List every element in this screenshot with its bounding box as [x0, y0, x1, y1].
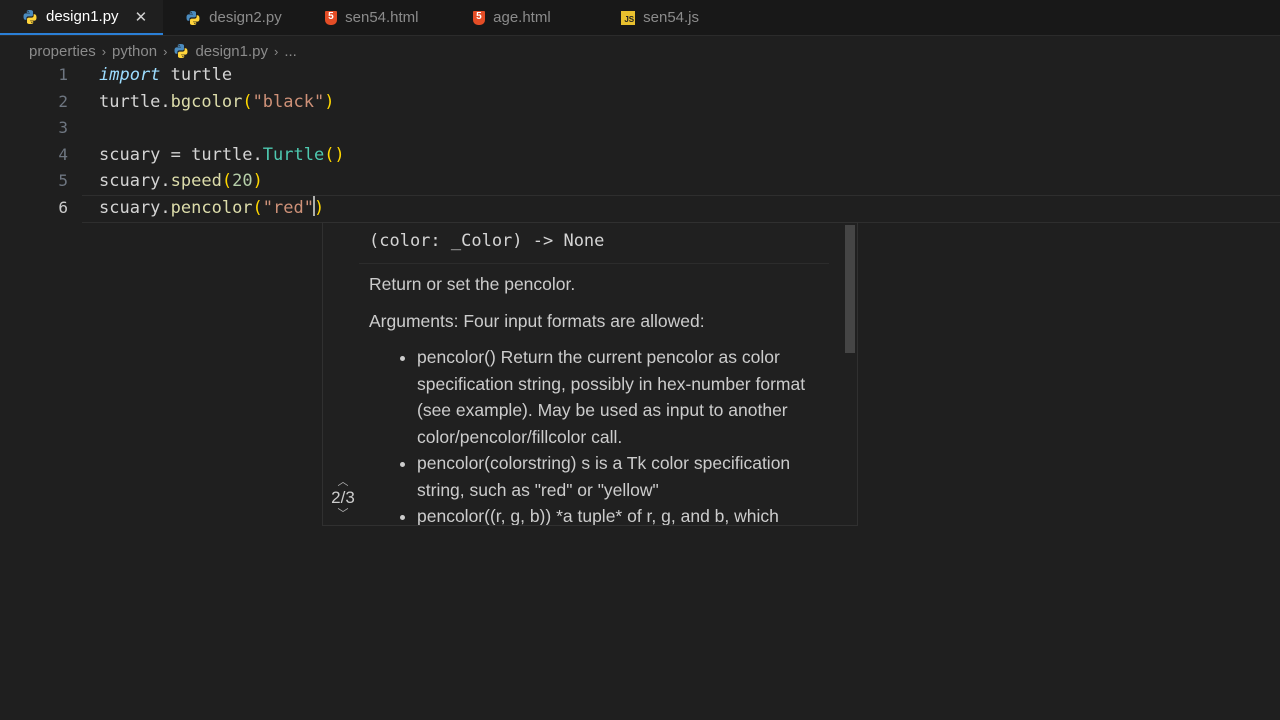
list-item: pencolor(colorstring) s is a Tk color sp… — [417, 450, 839, 503]
doc-summary: Return or set the pencolor. — [369, 274, 576, 294]
tab-sen54-js[interactable]: JS sen54.js — [599, 0, 747, 35]
doc-arguments-intro: Arguments: Four input formats are allowe… — [369, 310, 705, 331]
editor-tab-bar: design1.py ✕ design2.py sen54.html age.h… — [0, 0, 1280, 36]
tab-label: design2.py — [209, 9, 282, 26]
code-line[interactable]: 3 — [0, 115, 1280, 142]
breadcrumb-item-python[interactable]: python — [112, 43, 157, 60]
chevron-right-icon: › — [274, 43, 279, 59]
overload-count: 2/3 — [331, 488, 355, 507]
tab-age-html[interactable]: age.html — [451, 0, 599, 35]
signature-text: (color: _Color) -> None — [369, 231, 605, 251]
line-number: 2 — [58, 91, 68, 111]
tab-sen54-html[interactable]: sen54.html — [303, 0, 451, 35]
code-line[interactable]: 2 turtle.bgcolor("black") — [0, 89, 1280, 116]
python-icon — [23, 9, 37, 24]
breadcrumb-item-symbol[interactable]: ... — [284, 43, 297, 60]
code-text[interactable]: turtle.bgcolor("black") — [99, 89, 334, 116]
line-number: 5 — [58, 171, 68, 190]
code-line[interactable]: 6 scuary.pencolor("red") — [0, 195, 1280, 222]
python-icon — [186, 10, 200, 25]
scrollbar-thumb[interactable] — [845, 225, 855, 353]
tab-label: design1.py — [46, 8, 119, 25]
doc-bullet-list: pencolor() Return the current pencolor a… — [369, 344, 839, 525]
list-item: pencolor() Return the current pencolor a… — [417, 344, 839, 450]
code-line[interactable]: 1 import turtle — [0, 62, 1280, 89]
code-text[interactable]: scuary.speed(20) — [99, 168, 263, 195]
breadcrumb-item-file[interactable]: design1.py — [195, 43, 268, 60]
line-number: 4 — [58, 144, 68, 164]
breadcrumb-item-properties[interactable]: properties — [29, 43, 96, 60]
tab-design2-py[interactable]: design2.py — [163, 0, 303, 35]
html-icon — [473, 10, 486, 25]
chevron-right-icon: › — [163, 43, 168, 59]
line-number: 1 — [58, 65, 68, 84]
line-number: 6 — [58, 197, 68, 217]
list-item: pencolor((r, g, b)) *a tuple* of r, g, a… — [417, 503, 839, 525]
tab-label: sen54.html — [345, 9, 419, 26]
close-icon[interactable]: ✕ — [135, 8, 148, 26]
signature-help-widget[interactable]: (color: _Color) -> None Return or set th… — [322, 222, 858, 526]
tab-label: age.html — [493, 9, 551, 26]
tab-design1-py[interactable]: design1.py ✕ — [0, 0, 164, 35]
documentation: Return or set the pencolor. Arguments: F… — [369, 271, 839, 525]
code-text[interactable]: scuary.pencolor("red") — [99, 195, 324, 222]
tab-label: sen54.js — [643, 9, 700, 26]
code-text[interactable]: import turtle — [99, 62, 232, 89]
code-line[interactable]: 5 scuary.speed(20) — [0, 168, 1280, 195]
js-icon: JS — [621, 10, 636, 25]
chevron-right-icon: › — [101, 43, 107, 59]
code-text[interactable]: scuary = turtle.Turtle() — [99, 142, 345, 169]
divider — [359, 263, 829, 264]
html-icon — [325, 10, 338, 25]
breadcrumb: properties › python › design1.py › ... — [29, 40, 297, 62]
line-number: 3 — [58, 118, 68, 137]
chevron-down-icon[interactable]: ﹀ — [326, 508, 360, 520]
code-line[interactable]: 4 scuary = turtle.Turtle() — [0, 142, 1280, 169]
overload-pager: ︿ 2/3 ﹀ — [326, 476, 360, 520]
chevron-up-icon[interactable]: ︿ — [326, 476, 360, 488]
python-icon — [174, 44, 188, 58]
